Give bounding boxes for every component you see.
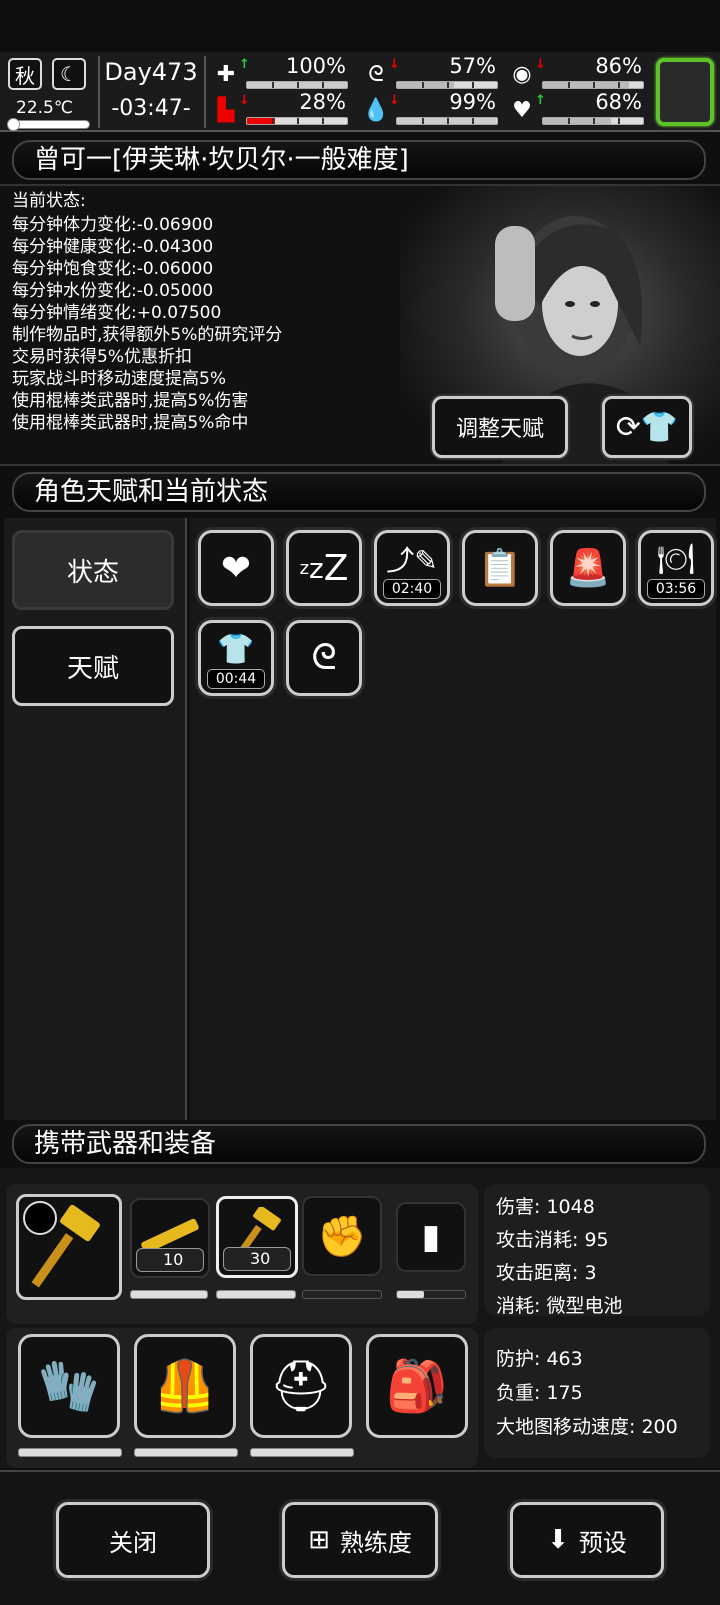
hammer-secondary-slot[interactable]: 30 xyxy=(216,1196,298,1278)
body-armor-slot[interactable]: 🦺 xyxy=(134,1334,236,1438)
season-box: 秋 ☾ 22.5℃ xyxy=(7,58,92,131)
state-line: 使用棍棒类武器时,提高5%命中 xyxy=(12,413,249,433)
state-line: 制作物品时,获得额外5%的研究评分 xyxy=(12,325,283,345)
preset-button[interactable]: ⬇ 预设 xyxy=(510,1502,664,1578)
weapon-stats-box: 伤害: 1048 攻击消耗: 95 攻击距离: 3 消耗: 微型电池 xyxy=(484,1184,710,1317)
season-label: 秋 xyxy=(8,58,42,90)
weapon-active-marker-icon xyxy=(23,1201,57,1235)
status-bar: 秋 ☾ 22.5℃ Day473 -03:47- ✚ ↑ 100% ᘓ ↓ 57… xyxy=(0,52,720,132)
fist-weapon-slot[interactable]: ✊ xyxy=(302,1196,382,1276)
state-line: 每分钟情绪变化:+0.07500 xyxy=(12,303,222,323)
clock: -03:47- xyxy=(111,96,191,121)
state-heading: 当前状态: xyxy=(12,191,86,211)
adjust-talent-button[interactable]: 调整天赋 xyxy=(432,396,568,458)
equipment-section-header: 携带武器和装备 xyxy=(12,1124,706,1164)
temperature-bar xyxy=(7,118,90,131)
change-outfit-button[interactable]: ⟳👕 xyxy=(602,396,692,458)
alarm-status-icon[interactable]: 🚨 xyxy=(550,530,626,606)
day-counter: Day473 xyxy=(104,58,198,86)
weapon-durability-bar xyxy=(216,1290,296,1299)
heart-status-icon[interactable]: ❤ xyxy=(198,530,274,606)
health-stat[interactable]: ✚ ↑ 100% xyxy=(212,54,348,90)
stomach-status-icon[interactable]: ᘓ xyxy=(286,620,362,696)
stamina-stat[interactable]: ▙ ↓ 28% xyxy=(212,90,348,126)
clothing-status-icon[interactable]: 👕 00:44 xyxy=(198,620,274,696)
satiety-stat[interactable]: ᘓ ↓ 57% xyxy=(362,54,498,90)
preset-icon: ⬇ xyxy=(547,1525,569,1555)
medkit-icon: ✚ xyxy=(216,61,236,87)
state-line: 每分钟水份变化:-0.05000 xyxy=(12,281,214,301)
helmet-armor-slot[interactable]: ⛑ xyxy=(250,1334,352,1438)
state-line: 每分钟健康变化:-0.04300 xyxy=(12,237,214,257)
hammer-weapon-slot[interactable] xyxy=(16,1194,122,1300)
water-drop-icon: 💧 xyxy=(362,97,390,123)
grenade-item-slot[interactable]: ▮ xyxy=(396,1202,466,1272)
game-screen: 秋 ☾ 22.5℃ Day473 -03:47- ✚ ↑ 100% ᘓ ↓ 57… xyxy=(0,0,720,1605)
armor-durability-bar xyxy=(18,1448,122,1457)
character-panel: 当前状态: 每分钟体力变化:-0.06900 每分钟健康变化:-0.04300 … xyxy=(0,184,720,466)
mood-icon: ◉ xyxy=(512,61,532,87)
character-title: 曾可一[伊芙琳·坎贝尔·一般难度] xyxy=(12,140,706,180)
boot-icon: ▙ xyxy=(217,97,235,123)
state-line: 每分钟体力变化:-0.06900 xyxy=(12,215,214,235)
armor-durability-bar xyxy=(134,1448,238,1457)
sleep-status-icon[interactable]: zzZ xyxy=(286,530,362,606)
weapon-durability-bar xyxy=(396,1290,466,1299)
rifle-weapon-slot[interactable]: 10 xyxy=(130,1198,210,1278)
state-line: 每分钟饱食变化:-0.06000 xyxy=(12,259,214,279)
state-line: 玩家战斗时移动速度提高5% xyxy=(12,369,226,389)
medicine-status-icon[interactable]: 📋 xyxy=(462,530,538,606)
heart-icon: ♥ xyxy=(512,97,532,123)
armor-stats-box: 防护: 463 负重: 175 大地图移动速度: 200 xyxy=(484,1328,710,1458)
temperature: 22.5℃ xyxy=(16,98,73,118)
emotion-stat[interactable]: ♥ ↑ 68% xyxy=(508,90,644,126)
status-icon-grid: ❤ zzZ ⤴✎ 02:40 📋 🚨 🍽 03:56 👕 00:44 ᘓ xyxy=(190,518,716,1120)
tab-talent[interactable]: 天赋 xyxy=(12,626,174,706)
mood-stat[interactable]: ◉ ↓ 86% xyxy=(508,54,644,90)
moon-icon: ☾ xyxy=(52,58,86,90)
weapon-durability-bar xyxy=(130,1290,208,1299)
backpack-button[interactable] xyxy=(656,58,714,126)
proficiency-icon: ⊞ xyxy=(308,1525,330,1555)
proficiency-button[interactable]: ⊞ 熟练度 xyxy=(282,1502,438,1578)
bottom-action-bar: 关闭 ⊞ 熟练度 ⬇ 预设 xyxy=(0,1470,720,1605)
talent-section-header: 角色天赋和当前状态 xyxy=(12,472,706,512)
water-stat[interactable]: 💧 ↓ 99% xyxy=(362,90,498,126)
equipment-panel: 10 30 ✊ ▮ 伤害: 1048 攻击消耗: 95 攻击距离: 3 消耗: … xyxy=(0,1168,720,1468)
injection-status-icon[interactable]: ⤴✎ 02:40 xyxy=(374,530,450,606)
stomach-icon: ᘓ xyxy=(368,61,384,87)
gloves-armor-slot[interactable]: 🧤 xyxy=(18,1334,120,1438)
backpack-armor-slot[interactable]: 🎒 xyxy=(366,1334,468,1438)
tab-status[interactable]: 状态 xyxy=(12,530,174,610)
outfit-refresh-icon: ⟳👕 xyxy=(615,409,679,445)
state-line: 交易时获得5%优惠折扣 xyxy=(12,347,192,367)
armor-durability-bar xyxy=(250,1448,354,1457)
meal-status-icon[interactable]: 🍽 03:56 xyxy=(638,530,714,606)
close-button[interactable]: 关闭 xyxy=(56,1502,210,1578)
weapon-durability-bar xyxy=(302,1290,382,1299)
state-line: 使用棍棒类武器时,提高5%伤害 xyxy=(12,391,249,411)
tab-column: 状态 天赋 xyxy=(4,518,187,1120)
